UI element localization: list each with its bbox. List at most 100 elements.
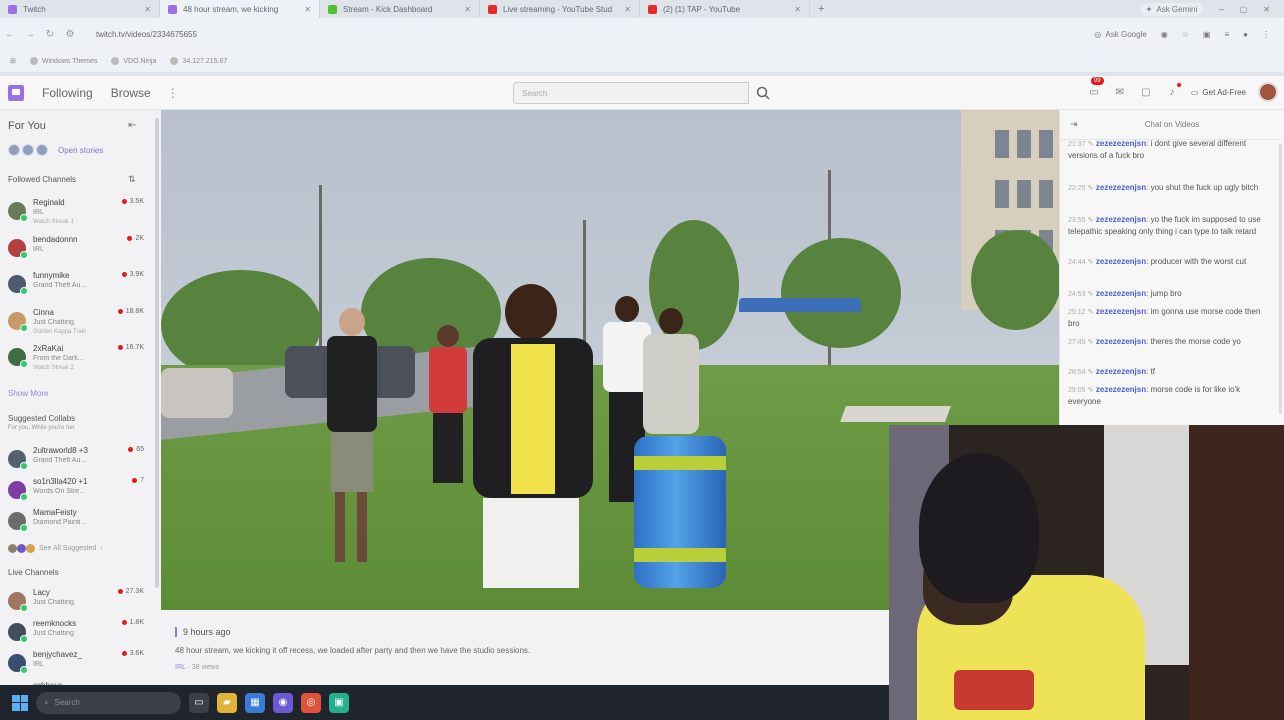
taskbar-search[interactable]: ⌕ Search [36,691,181,714]
bell-icon[interactable]: ♪ [1165,83,1181,99]
media-icon[interactable]: ≡ [1224,30,1229,39]
alert-dot [1176,83,1181,87]
browser-tab[interactable]: (2) (1) TAP - YouTube ✕ [640,0,810,18]
channel-avatar [8,311,28,332]
chat-badge-icon: ✎ [1087,387,1094,394]
back-icon[interactable]: ← [0,29,20,40]
browse-link[interactable]: Browse [111,86,151,100]
followed-channel-item[interactable]: Reginald IRL Watch Streak 1 3.5K [8,198,148,226]
user-avatar[interactable] [1258,82,1278,102]
chat-message: 28:54 ✎ zezezezenjsn: tf [1068,367,1156,376]
live-indicator [20,323,28,332]
sort-icon[interactable]: ⇅ [128,174,136,185]
obs-icon[interactable]: ◉ [273,692,293,713]
reload-icon[interactable]: ↻ [40,29,60,40]
menu-icon[interactable]: ⋮ [1262,30,1270,39]
bookmark-ip[interactable]: 34.127.215.67 [170,57,227,65]
new-tab-button[interactable]: + [810,3,832,15]
app-icon[interactable]: ▣ [329,692,349,713]
chat-username[interactable]: zezezezenjsn [1096,337,1146,346]
suggested-collab-item[interactable]: so1n3lla420 +1 Words On Stre... 7 [8,477,148,505]
eye-icon[interactable]: ◉ [1161,30,1168,39]
get-ad-free-button[interactable]: ▭ Get Ad-Free [1191,88,1246,97]
search-input[interactable]: Search [513,82,749,104]
channel-avatar [8,512,28,532]
person [469,284,597,610]
chat-username[interactable]: zezezezenjsn [1096,257,1146,266]
cam-shirt-logo [954,670,1034,710]
live-channel-item[interactable]: reemknocks Just Chatting 1.8K [8,619,148,647]
followed-channel-item[interactable]: Cinna Just Chatting Golden Kappa Train 18.8… [8,308,148,336]
chat-badge-icon: ✎ [1087,217,1094,224]
tab-favicon-icon [168,4,177,14]
live-dot-icon [121,651,127,656]
whispers-icon[interactable]: ✉ [1113,85,1127,99]
story-avatar [8,144,20,156]
task-view-icon[interactable]: ▭ [189,692,209,713]
browser-tab[interactable]: 48 hour stream, we kicking ✕ [160,0,320,18]
url-field[interactable]: twitch.tv/videos/2334675655 [96,30,197,39]
ask-gemini-button[interactable]: ✦ Ask Gemini [1139,2,1204,16]
collapse-chat-icon[interactable]: ⇥ [1070,119,1078,130]
forward-icon[interactable]: → [20,29,40,40]
browser-tab[interactable]: Twitch ✕ [0,0,160,18]
following-link[interactable]: Following [42,86,93,100]
chat-username[interactable]: zezezezenjsn [1096,215,1146,224]
bookmark-windows-themes[interactable]: Windows Themes [29,57,97,65]
close-tab-icon[interactable]: ✕ [304,5,311,14]
live-channel-item[interactable]: Lacy Just Chatting 27.3K [8,588,148,616]
store-icon[interactable]: ▦ [245,692,265,713]
viewer-count: 18.8K [117,308,144,315]
stories-row[interactable]: Open stories [8,144,103,156]
suggested-collab-item[interactable]: 2ultraworld8 +3 Grand Theft Au... 65 [8,446,148,474]
chrome-icon[interactable]: ◎ [301,692,321,713]
sidebar-scrollbar[interactable] [155,118,159,588]
viewer-count: 3.9K [121,271,144,278]
windows-start-icon[interactable] [12,694,28,711]
followed-channel-item[interactable]: funnymike Grand Theft Au... 3.9K [8,271,148,299]
bookmark-star-icon[interactable]: ☆ [1182,30,1189,39]
channel-game: Grand Theft Au... [33,282,87,289]
site-info-icon[interactable]: ⚙ [60,29,80,40]
maximize-icon[interactable]: ▢ [1240,5,1248,14]
chat-username[interactable]: zezezezenjsn [1096,139,1146,148]
search-button[interactable] [751,82,775,104]
chat-username[interactable]: zezezezenjsn [1096,307,1146,316]
profile-icon[interactable]: ● [1243,30,1248,39]
chat-username[interactable]: zezezezenjsn [1096,289,1146,298]
channel-name: funnymike [33,271,70,280]
ask-google-button[interactable]: ◎ Ask Google [1094,30,1146,39]
chat-scrollbar[interactable] [1279,144,1282,414]
chat-badge-icon: ✎ [1087,309,1094,316]
more-menu-icon[interactable]: ⋮ [167,86,179,100]
extensions-icon[interactable]: ▣ [1203,30,1211,39]
browser-tab[interactable]: Live streaming - YouTube Stud ✕ [480,0,640,18]
category-link[interactable]: IRL [175,664,186,671]
followed-channel-item[interactable]: bendadonnn IRL 2K [8,235,148,263]
twitch-logo-icon[interactable] [8,84,24,101]
chat-username[interactable]: zezezezenjsn [1096,385,1146,394]
close-tab-icon[interactable]: ✕ [794,5,801,14]
minimize-icon[interactable]: – [1219,5,1223,14]
live-indicator [20,214,28,222]
gemini-icon: ✦ [1145,4,1153,14]
browser-tab[interactable]: Stream - Kick Dashboard ✕ [320,0,480,18]
folder-icon[interactable]: ▰ [217,692,237,713]
open-stories-link[interactable]: Open stories [58,146,103,155]
close-tab-icon[interactable]: ✕ [624,5,631,14]
collapse-sidebar-icon[interactable]: ⇤ [128,120,136,131]
apps-grid-icon[interactable]: ⊞ [10,57,16,65]
chat-username[interactable]: zezezezenjsn [1096,367,1146,376]
notifications-button[interactable]: ▭ 99 [1087,77,1104,99]
close-tab-icon[interactable]: ✕ [464,5,471,14]
followed-channel-item[interactable]: 2xRaKai From the Dark... Watch Streak 2 16.… [8,344,148,372]
chat-bubble-icon[interactable]: ▢ [1139,85,1153,99]
close-tab-icon[interactable]: ✕ [144,5,151,14]
see-all-suggested-link[interactable]: See All Suggested › [8,544,103,553]
chat-username[interactable]: zezezezenjsn [1096,183,1146,192]
live-channel-item[interactable]: benjychavez_ IRL 3.6K [8,650,148,678]
bookmark-vdo-ninja[interactable]: VDO.Ninja [111,57,156,65]
close-window-icon[interactable]: ✕ [1263,5,1270,14]
show-more-link[interactable]: Show More [8,389,48,398]
suggested-collab-item[interactable]: MamaFeisty Diamond Painti... [8,508,148,536]
